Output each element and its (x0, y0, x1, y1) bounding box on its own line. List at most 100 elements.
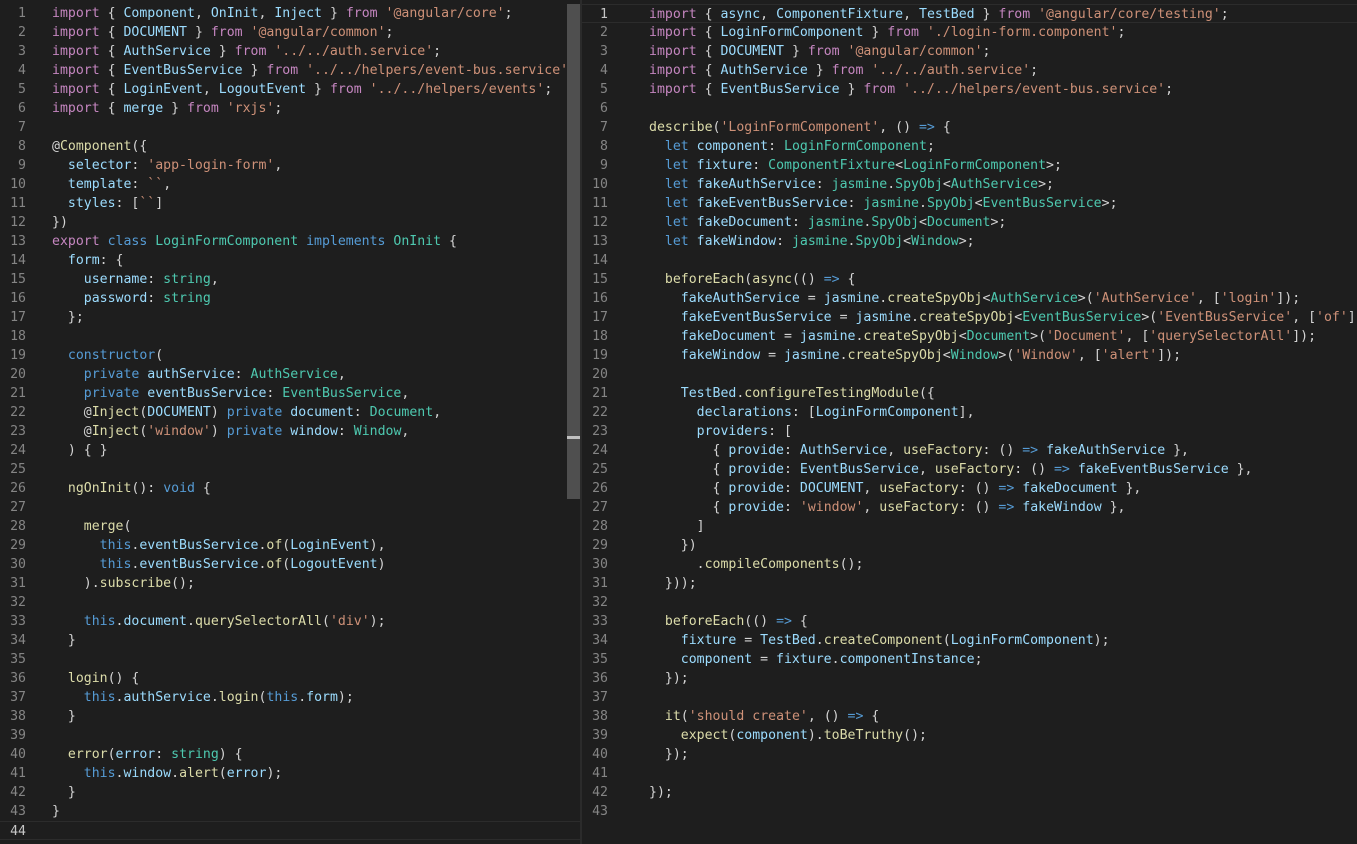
left-code-line[interactable]: 20 private authService: AuthService, (0, 365, 580, 384)
left-code-line[interactable]: 25 (0, 460, 580, 479)
right-code-line[interactable]: 24 { provide: AuthService, useFactory: (… (582, 441, 1357, 460)
left-code-line[interactable]: 31 ).subscribe(); (0, 574, 580, 593)
left-code-line[interactable]: 24 ) { } (0, 441, 580, 460)
left-code-line[interactable]: 10 template: ``, (0, 175, 580, 194)
right-code-line[interactable]: 12 let fakeDocument: jasmine.SpyObj<Docu… (582, 213, 1357, 232)
right-editor-pane[interactable]: 1 import { async, ComponentFixture, TestB… (582, 0, 1357, 844)
left-code-line[interactable]: 30 this.eventBusService.of(LogoutEvent) (0, 555, 580, 574)
right-code-line[interactable]: 33 beforeEach(() => { (582, 612, 1357, 631)
right-code-line[interactable]: 30 .compileComponents(); (582, 555, 1357, 574)
left-code-line[interactable]: 3 import { AuthService } from '../../auth… (0, 42, 580, 61)
left-code-line[interactable]: 17 }; (0, 308, 580, 327)
left-code-line[interactable]: 9 selector: 'app-login-form', (0, 156, 580, 175)
right-code-line[interactable]: 32 (582, 593, 1357, 612)
code-token: } (242, 63, 267, 78)
right-code-line[interactable]: 3 import { DOCUMENT } from '@angular/comm… (582, 42, 1357, 61)
right-code-line[interactable]: 11 let fakeEventBusService: jasmine.SpyO… (582, 194, 1357, 213)
left-code-line[interactable]: 12}) (0, 213, 580, 232)
left-code-line[interactable]: 15 username: string, (0, 270, 580, 289)
left-scrollbar-thumb[interactable] (567, 4, 580, 499)
right-code-line[interactable]: 25 { provide: EventBusService, useFactor… (582, 460, 1357, 479)
left-code-line[interactable]: 18 (0, 327, 580, 346)
left-code-line[interactable]: 44 (0, 821, 580, 840)
right-code-line[interactable]: 8 let component: LoginFormComponent; (582, 137, 1357, 156)
left-code-line[interactable]: 13 export class LoginFormComponent implem… (0, 232, 580, 251)
left-code-line[interactable]: 19 constructor( (0, 346, 580, 365)
right-code-line[interactable]: 5 import { EventBusService } from '../../… (582, 80, 1357, 99)
right-code-line[interactable]: 16 fakeAuthService = jasmine.createSpyOb… (582, 289, 1357, 308)
left-code-line[interactable]: 40 error(error: string) { (0, 745, 580, 764)
right-code-line[interactable]: 18 fakeDocument = jasmine.createSpyObj<D… (582, 327, 1357, 346)
right-code-line[interactable]: 27 { provide: 'window', useFactory: () =… (582, 498, 1357, 517)
left-code-line[interactable]: 11 styles: [``] (0, 194, 580, 213)
right-code-line[interactable]: 36 }); (582, 669, 1357, 688)
right-code-line[interactable]: 37 (582, 688, 1357, 707)
right-code-line[interactable]: 14 (582, 251, 1357, 270)
right-code-line[interactable]: 4 import { AuthService } from '../../auth… (582, 61, 1357, 80)
left-code-line[interactable]: 43} (0, 802, 580, 821)
left-code-line[interactable]: 37 this.authService.login(this.form); (0, 688, 580, 707)
left-code-line[interactable]: 28 merge( (0, 517, 580, 536)
code-token: let (664, 215, 697, 230)
right-code-line[interactable]: 22 declarations: [LoginFormComponent], (582, 403, 1357, 422)
left-code-line[interactable]: 6 import { merge } from 'rxjs'; (0, 99, 580, 118)
left-code-line[interactable]: 16 password: string (0, 289, 580, 308)
left-code-line[interactable]: 29 this.eventBusService.of(LoginEvent), (0, 536, 580, 555)
left-code-line[interactable]: 38 } (0, 707, 580, 726)
right-code-line[interactable]: 9 let fixture: ComponentFixture<LoginFor… (582, 156, 1357, 175)
right-code-line[interactable]: 20 (582, 365, 1357, 384)
right-code-line[interactable]: 6 (582, 99, 1357, 118)
left-code-line[interactable]: 4 import { EventBusService } from '../../… (0, 61, 580, 80)
left-code-line[interactable]: 8 @Component({ (0, 137, 580, 156)
left-code-line[interactable]: 22 @Inject(DOCUMENT) private document: D… (0, 403, 580, 422)
left-editor-pane[interactable]: 1 import { Component, OnInit, Inject } fr… (0, 0, 580, 844)
right-code-line[interactable]: 38 it('should create', () => { (582, 707, 1357, 726)
left-code-line[interactable]: 32 (0, 593, 580, 612)
left-code-line[interactable]: 2 import { DOCUMENT } from '@angular/comm… (0, 23, 580, 42)
right-code-line[interactable]: 26 { provide: DOCUMENT, useFactory: () =… (582, 479, 1357, 498)
left-code-line[interactable]: 36 login() { (0, 669, 580, 688)
right-code-line[interactable]: 13 let fakeWindow: jasmine.SpyObj<Window… (582, 232, 1357, 251)
right-code-line[interactable]: 1 import { async, ComponentFixture, TestB… (582, 4, 1357, 23)
right-code-line[interactable]: 31 })); (582, 574, 1357, 593)
left-code-line[interactable]: 39 (0, 726, 580, 745)
line-number: 36 (10, 671, 26, 686)
code-token: @ (52, 405, 92, 420)
code-token: fakeWindow (1022, 500, 1102, 515)
right-code-line[interactable]: 29 }) (582, 536, 1357, 555)
right-code-line[interactable]: 43 (582, 802, 1357, 821)
right-code-line[interactable]: 7 describe('LoginFormComponent', () => { (582, 118, 1357, 137)
left-code-line[interactable]: 34 } (0, 631, 580, 650)
left-code-line[interactable]: 21 private eventBusService: EventBusServ… (0, 384, 580, 403)
left-code-line[interactable]: 7 (0, 118, 580, 137)
right-code-line[interactable]: 42}); (582, 783, 1357, 802)
left-code-line[interactable]: 27 (0, 498, 580, 517)
right-code-line[interactable]: 40 }); (582, 745, 1357, 764)
right-code-line[interactable]: 15 beforeEach(async(() => { (582, 270, 1357, 289)
left-code-line[interactable]: 1 import { Component, OnInit, Inject } fr… (0, 4, 580, 23)
right-code-line[interactable]: 10 let fakeAuthService: jasmine.SpyObj<A… (582, 175, 1357, 194)
right-code-line[interactable]: 35 component = fixture.componentInstance… (582, 650, 1357, 669)
right-code-line[interactable]: 2 import { LoginFormComponent } from './l… (582, 23, 1357, 42)
line-number: 22 (10, 405, 26, 420)
right-code-line[interactable]: 34 fixture = TestBed.createComponent(Log… (582, 631, 1357, 650)
left-code-line[interactable]: 26 ngOnInit(): void { (0, 479, 580, 498)
code-token: ({ (131, 139, 148, 154)
right-code-line[interactable]: 41 (582, 764, 1357, 783)
right-code-line[interactable]: 17 fakeEventBusService = jasmine.createS… (582, 308, 1357, 327)
right-code-line[interactable]: 39 expect(component).toBeTruthy(); (582, 726, 1357, 745)
right-code-line[interactable]: 21 TestBed.configureTestingModule({ (582, 384, 1357, 403)
left-code-line[interactable]: 41 this.window.alert(error); (0, 764, 580, 783)
left-code-line[interactable]: 35 (0, 650, 580, 669)
left-code-line[interactable]: 23 @Inject('window') private window: Win… (0, 422, 580, 441)
right-code-line[interactable]: 28 ] (582, 517, 1357, 536)
left-code-line[interactable]: 14 form: { (0, 251, 580, 270)
right-code-line[interactable]: 23 providers: [ (582, 422, 1357, 441)
left-code-line[interactable]: 5 import { LoginEvent, LogoutEvent } from… (0, 80, 580, 99)
right-code-line[interactable]: 19 fakeWindow = jasmine.createSpyObj<Win… (582, 346, 1357, 365)
left-code-line[interactable]: 33 this.document.querySelectorAll('div')… (0, 612, 580, 631)
left-code-line[interactable]: 42 } (0, 783, 580, 802)
code-token: import (649, 44, 705, 59)
code-token: authService (147, 367, 235, 382)
